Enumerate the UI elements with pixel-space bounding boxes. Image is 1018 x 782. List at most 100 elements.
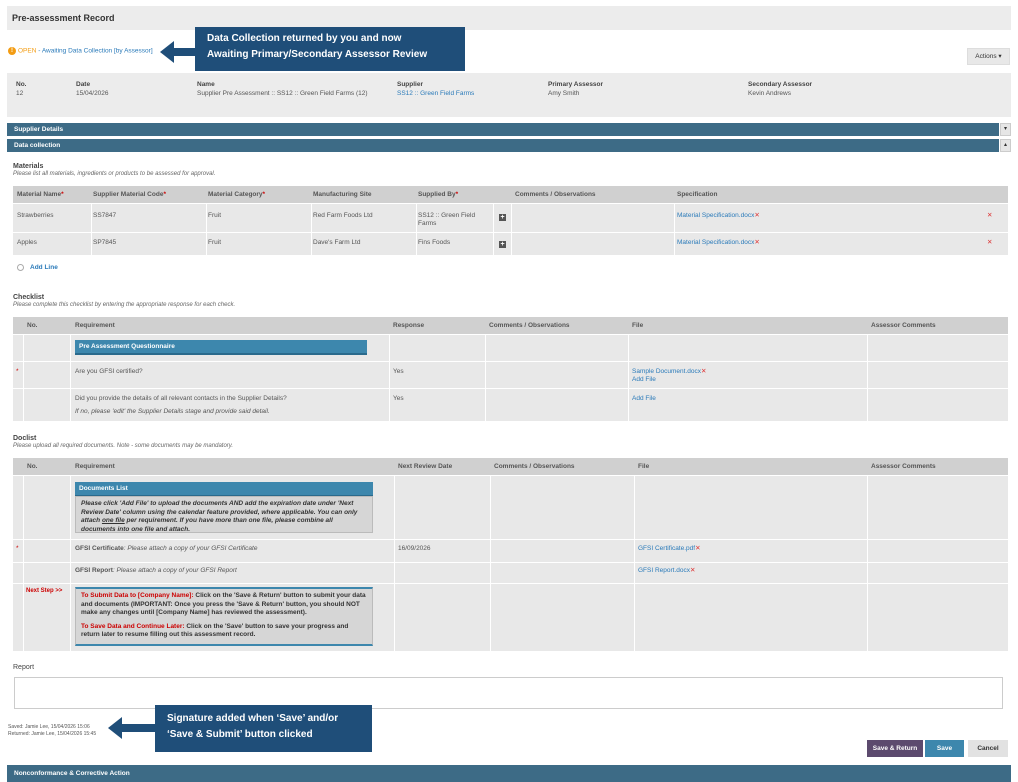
checklist-response[interactable]: Yes	[393, 368, 404, 376]
spec-file[interactable]: Material Specification.docx✕	[677, 212, 760, 220]
material-site[interactable]: Red Farm Foods Ltd	[313, 212, 373, 220]
col-material-name: Material Name*	[17, 191, 64, 198]
info-secondary: Secondary Assessor Kevin Andrews	[748, 80, 812, 98]
chevron-down-icon[interactable]: ▾	[1000, 123, 1011, 136]
supplier-link[interactable]: SS12 :: Green Field Farms	[397, 90, 474, 97]
doclist-subheader: Documents List	[75, 482, 373, 497]
callout-top-line1: Data Collection returned by you and now	[207, 33, 402, 44]
save-button[interactable]: Save	[925, 740, 964, 757]
col-response: Response	[393, 322, 425, 329]
col-no: No.	[27, 463, 38, 470]
section-nonconformance[interactable]: Nonconformance & Corrective Action	[7, 765, 1011, 782]
callout-bottom: Signature added when ‘Save’ and/or ‘Save …	[155, 705, 372, 752]
actions-button[interactable]: Actions ▾	[967, 48, 1010, 65]
checklist-requirement: Did you provide the details of all relev…	[75, 395, 287, 402]
checklist-subtitle: Please complete this checklist by enteri…	[13, 302, 236, 308]
info-name: Name Supplier Pre Assessment :: SS12 :: G…	[197, 80, 368, 98]
info-name-label: Name	[197, 81, 215, 88]
doclist-table: No. Requirement Next Review Date Comment…	[13, 458, 1008, 651]
save-return-button[interactable]: Save & Return	[867, 740, 923, 757]
expand-plus-icon[interactable]: +	[499, 241, 506, 248]
col-site: Manufacturing Site	[313, 191, 372, 198]
cancel-button[interactable]: Cancel	[968, 740, 1008, 757]
info-no-value: 12	[16, 90, 24, 97]
next-review-date[interactable]: 16/09/2026	[398, 545, 431, 553]
col-specification: Specification	[677, 191, 718, 198]
next-step-label: Next Step >>	[26, 588, 63, 594]
callout-arrow-shaft	[172, 48, 197, 56]
returned-line: Returned: Jamie Lee, 15/04/2026 15:45	[8, 731, 97, 737]
info-primary-value: Amy Smith	[548, 90, 580, 97]
info-date-label: Date	[76, 81, 91, 88]
chevron-up-icon[interactable]: ▴	[1000, 139, 1011, 152]
info-no-label: No.	[16, 81, 27, 88]
col-requirement: Requirement	[75, 463, 115, 470]
material-category[interactable]: Fruit	[208, 212, 221, 220]
material-code[interactable]: SS7847	[93, 212, 116, 220]
checklist-requirement: Are you GFSI certified?	[75, 368, 143, 375]
info-date: Date 15/04/2026	[76, 80, 109, 98]
material-name[interactable]: Strawberries	[17, 212, 53, 220]
col-comments: Comments / Observations	[515, 191, 596, 198]
material-site[interactable]: Dave's Farm Ltd	[313, 239, 360, 247]
info-date-value: 15/04/2026	[76, 90, 109, 97]
callout-arrow-shaft	[120, 724, 156, 732]
col-comments: Comments / Observations	[494, 463, 575, 470]
info-primary: Primary Assessor Amy Smith	[548, 80, 603, 98]
add-file-link[interactable]: Add File	[632, 376, 656, 383]
checklist-requirement-note: If no, please 'edit' the Supplier Detail…	[75, 408, 270, 415]
materials-subtitle: Please list all materials, ingredients o…	[13, 171, 216, 177]
delete-row-icon[interactable]: ✕	[987, 212, 992, 220]
doclist-instructions: Please click 'Add File' to upload the do…	[75, 496, 373, 533]
col-no: No.	[27, 322, 38, 329]
next-step-instructions: To Submit Data to [Company Name]: Click …	[75, 587, 373, 646]
materials-title: Materials	[13, 163, 44, 170]
delete-row-icon[interactable]: ✕	[987, 239, 992, 247]
material-code[interactable]: SP7845	[93, 239, 116, 247]
col-assessor-comments: Assessor Comments	[871, 463, 936, 470]
add-circle-icon	[17, 264, 24, 271]
doc-file[interactable]: GFSI Report.docx✕	[638, 567, 695, 575]
saved-line: Saved: Jamie Lee, 15/04/2026 15:06	[8, 724, 90, 730]
info-icon: !	[8, 47, 16, 55]
col-assessor-comments: Assessor Comments	[871, 322, 936, 329]
info-supplier-label: Supplier	[397, 81, 424, 88]
add-file-link[interactable]: Add File	[632, 395, 656, 403]
col-requirement: Requirement	[75, 322, 115, 329]
page-header: Pre-assessment Record	[7, 6, 1011, 30]
col-file: File	[638, 463, 650, 470]
required-marker: *	[16, 545, 19, 552]
col-supplier-code: Supplier Material Code*	[93, 191, 166, 198]
info-primary-label: Primary Assessor	[548, 81, 604, 88]
section-supplier-details[interactable]: Supplier Details	[7, 123, 999, 136]
status-line: ! OPEN - Awaiting Data Collection [by Ass…	[8, 47, 153, 55]
checklist-file[interactable]: Sample Document.docx✕ Add File	[632, 368, 706, 384]
status-text[interactable]: - Awaiting Data Collection [by Assessor]	[36, 48, 152, 55]
checklist-title: Checklist	[13, 294, 45, 301]
doc-requirement: GFSI Report: Please attach a copy of you…	[75, 567, 237, 574]
section-data-collection[interactable]: Data collection	[7, 139, 999, 152]
col-next-review: Next Review Date	[398, 463, 453, 470]
material-name[interactable]: Apples	[17, 239, 37, 247]
info-no: No. 12	[16, 80, 26, 98]
spec-file[interactable]: Material Specification.docx✕	[677, 239, 760, 247]
add-line-button[interactable]: Add Line	[17, 264, 58, 271]
record-info: No. 12 Date 15/04/2026 Name Supplier Pre As…	[7, 73, 1011, 117]
expand-plus-icon[interactable]: +	[499, 214, 506, 221]
doclist-subtitle: Please upload all required documents. No…	[13, 443, 234, 449]
callout-top: Data Collection returned by you and now A…	[195, 27, 465, 71]
material-supplied-by[interactable]: SS12 :: Green Field Farms	[418, 212, 475, 228]
callout-top-line2: Awaiting Primary/Secondary Assessor Revi…	[207, 49, 428, 60]
status-open: OPEN	[18, 47, 37, 55]
material-supplied-by[interactable]: Fins Foods	[418, 239, 450, 247]
checklist-subheader: Pre Assessment Questionnaire	[75, 340, 367, 355]
checklist-table: No. Requirement Response Comments / Obse…	[13, 317, 1008, 421]
checklist-response[interactable]: Yes	[393, 395, 404, 403]
col-category: Material Category*	[208, 191, 266, 198]
material-category[interactable]: Fruit	[208, 239, 221, 247]
doc-file[interactable]: GFSI Certificate.pdf✕	[638, 545, 701, 553]
signature-info: Saved: Jamie Lee, 15/04/2026 15:06 Return…	[8, 724, 96, 738]
info-supplier: SupplierSS12 :: Green Field Farms	[397, 80, 474, 98]
page-title: Pre-assessment Record	[12, 13, 115, 23]
materials-table: Material Name* Supplier Material Code* M…	[13, 186, 1008, 255]
